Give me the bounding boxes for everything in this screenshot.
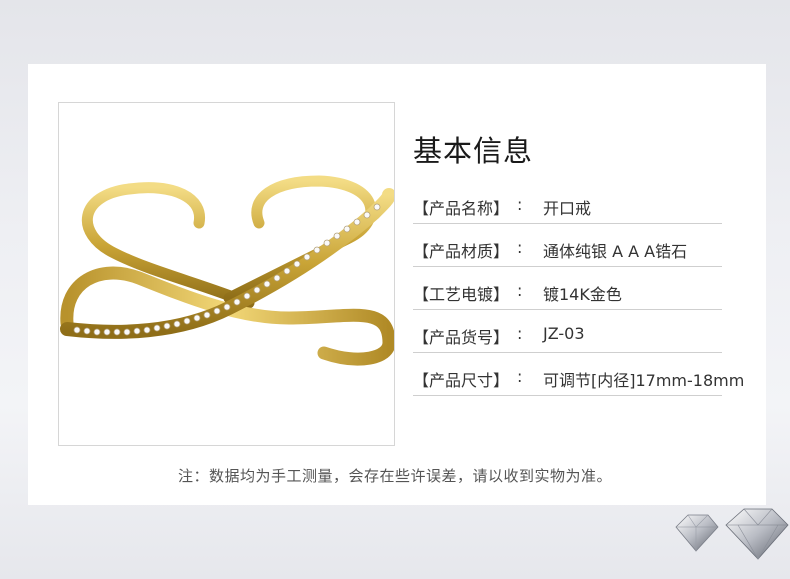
section-title: 基本信息 (413, 134, 534, 168)
info-row-size: 【产品尺寸】 : 可调节[内径]17mm-18mm (413, 353, 744, 396)
info-separator: : (517, 367, 523, 386)
diamond-large-icon (725, 508, 789, 560)
info-separator: : (517, 195, 523, 214)
info-row-name: 【产品名称】 : 开口戒 (413, 181, 722, 224)
info-label: 【产品材质】 (413, 242, 510, 261)
info-row-plating: 【工艺电镀】 : 镀14K金色 (413, 267, 722, 310)
info-label: 【工艺电镀】 (413, 285, 510, 304)
diamond-icon (675, 508, 789, 560)
gold-ring-photo (58, 102, 395, 446)
info-separator: : (517, 324, 523, 343)
info-row-sku: 【产品货号】 : JZ-03 (413, 310, 722, 353)
info-value: 镀14K金色 (543, 285, 622, 304)
info-value: JZ-03 (543, 324, 585, 343)
info-label: 【产品货号】 (413, 328, 510, 347)
info-value: 通体纯银 A A A锆石 (543, 242, 688, 261)
info-value: 可调节[内径]17mm-18mm (543, 371, 745, 390)
diamond-small-icon (675, 514, 719, 552)
info-row-material: 【产品材质】 : 通体纯银 A A A锆石 (413, 224, 722, 267)
info-label: 【产品名称】 (413, 199, 510, 218)
info-separator: : (517, 281, 523, 300)
info-separator: : (517, 238, 523, 257)
info-label: 【产品尺寸】 (413, 371, 510, 390)
gold-ring-image (60, 175, 394, 366)
info-value: 开口戒 (543, 199, 592, 218)
measurement-note: 注：数据均为手工测量，会存在些许误差，请以收到实物为准。 (177, 467, 612, 485)
